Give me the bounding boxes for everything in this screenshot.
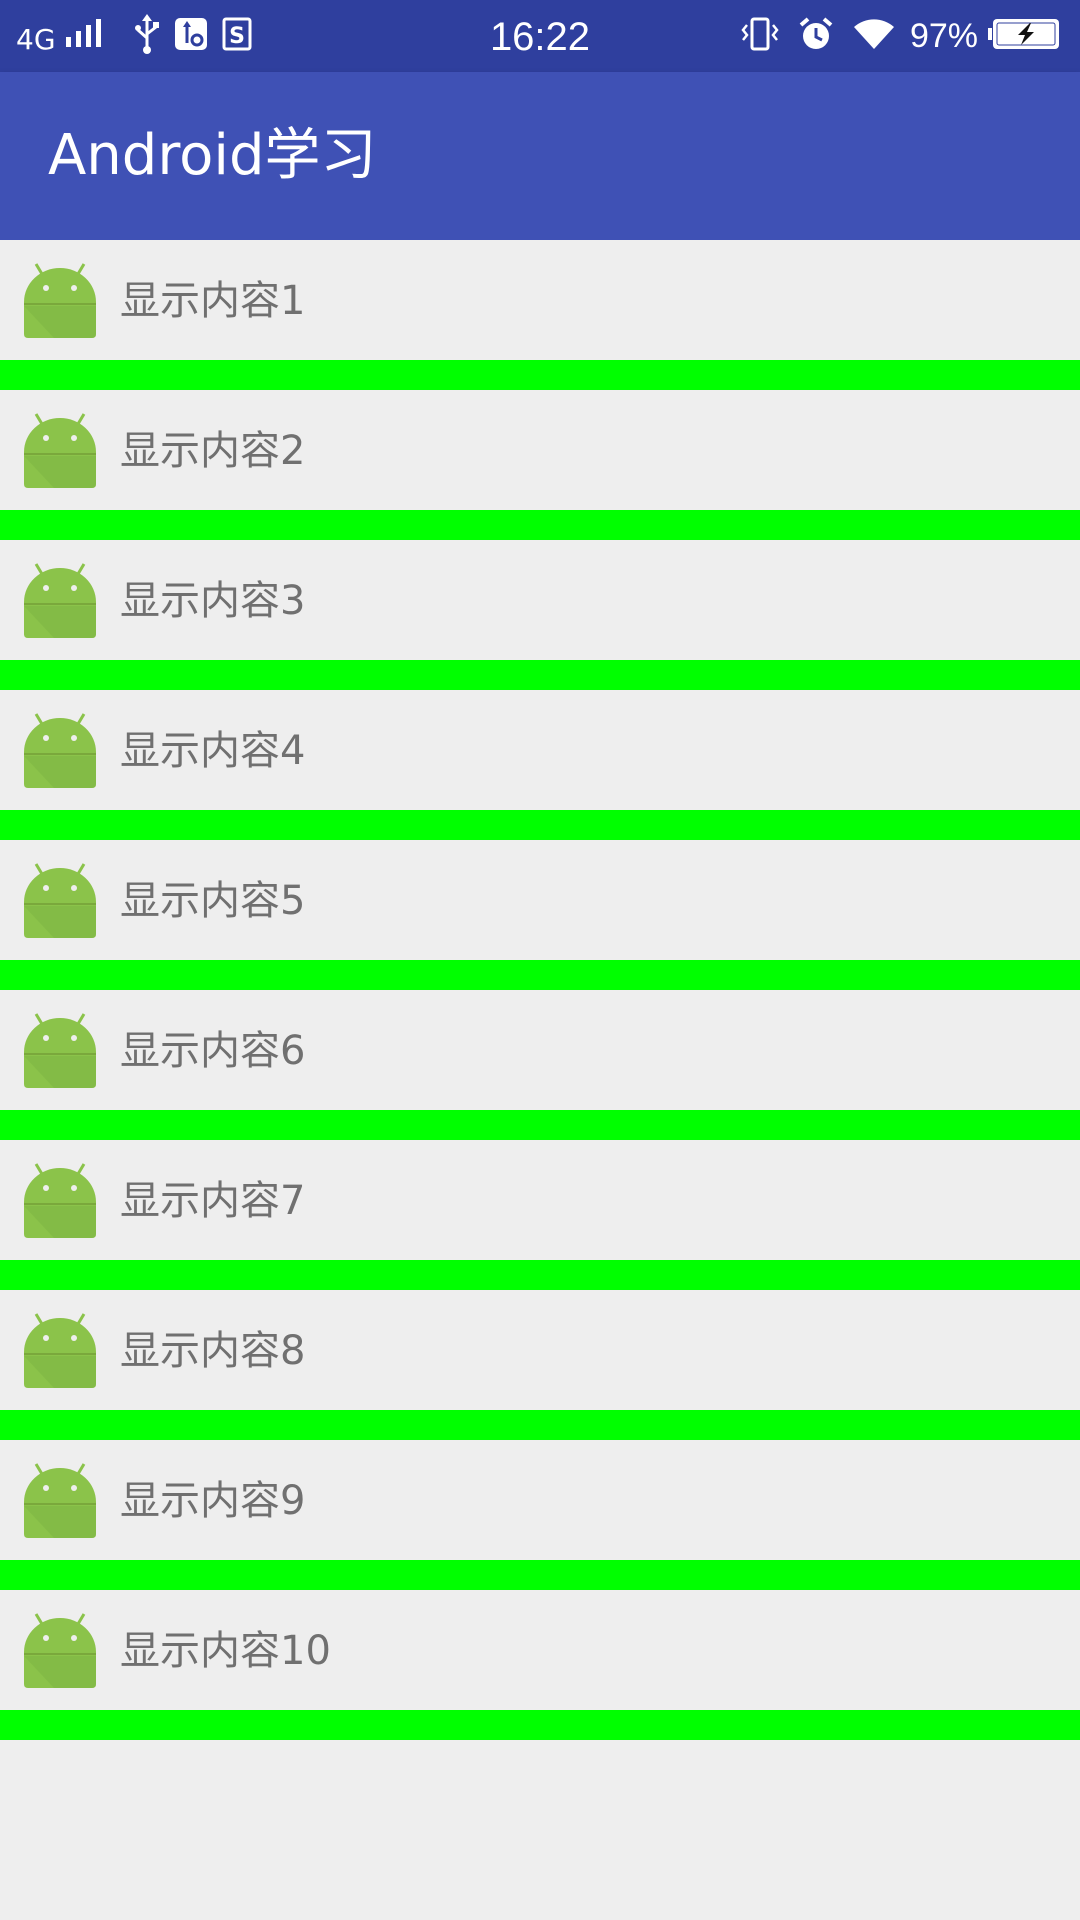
android-icon [24, 563, 96, 638]
list-item[interactable]: 显示内容3 [0, 540, 1080, 690]
list-item-label: 显示内容5 [120, 878, 306, 924]
list-item-label: 显示内容4 [120, 728, 306, 774]
list-item-label: 显示内容2 [120, 428, 306, 474]
list-item-label: 显示内容9 [120, 1478, 306, 1524]
list-item-label: 显示内容1 [120, 278, 306, 324]
list-item[interactable]: 显示内容9 [0, 1440, 1080, 1590]
battery-percent: 97% [909, 16, 978, 55]
status-right: 97% [722, 0, 1062, 72]
list-item-label: 显示内容6 [120, 1028, 306, 1074]
list-item-label: 显示内容8 [120, 1328, 306, 1374]
list-item-label: 显示内容10 [120, 1628, 331, 1674]
android-icon [24, 713, 96, 788]
vibrate-icon [740, 17, 780, 55]
list-item-label: 显示内容7 [120, 1178, 306, 1224]
list-item-label: 显示内容3 [120, 578, 306, 624]
battery-charging-icon [988, 17, 1062, 55]
alarm-icon [798, 16, 834, 56]
android-icon [24, 413, 96, 488]
list-item[interactable]: 显示内容4 [0, 690, 1080, 840]
android-icon [24, 1013, 96, 1088]
list-item[interactable]: 显示内容10 [0, 1590, 1080, 1740]
status-bar: 4G S 16:22 97% [0, 0, 1080, 72]
list-item[interactable]: 显示内容5 [0, 840, 1080, 990]
wifi-icon [852, 17, 896, 55]
list-item[interactable]: 显示内容8 [0, 1290, 1080, 1440]
content-list: 显示内容1 显示内容2 显示内容3 显示内容4 显示内容5 显示内容6 显示内容… [0, 240, 1080, 1740]
android-icon [24, 1613, 96, 1688]
android-icon [24, 263, 96, 338]
app-bar: Android学习 [0, 72, 1080, 240]
android-icon [24, 1163, 96, 1238]
android-icon [24, 1463, 96, 1538]
list-item[interactable]: 显示内容7 [0, 1140, 1080, 1290]
android-icon [24, 863, 96, 938]
list-item[interactable]: 显示内容6 [0, 990, 1080, 1140]
list-item[interactable]: 显示内容2 [0, 390, 1080, 540]
list-item[interactable]: 显示内容1 [0, 240, 1080, 390]
app-title: Android学习 [48, 123, 377, 188]
android-icon [24, 1313, 96, 1388]
